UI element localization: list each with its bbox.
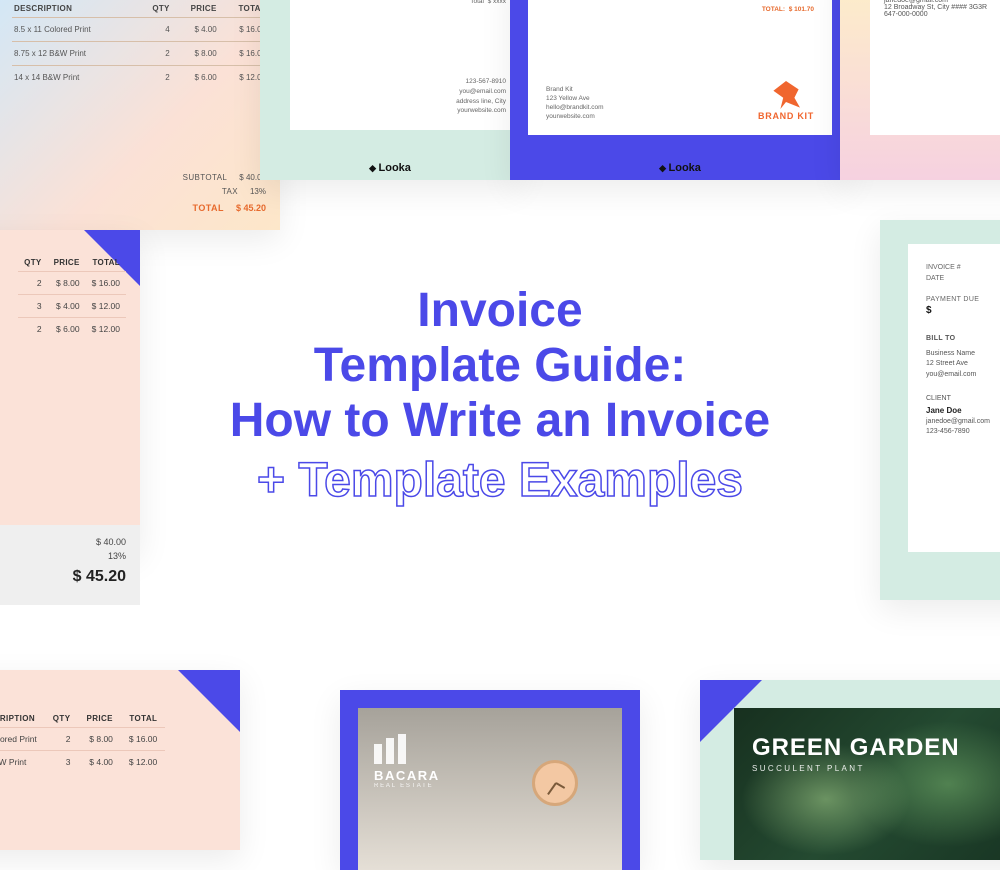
table-row: 2 $ 8.00 $ 16.00	[18, 272, 126, 295]
brandkit-logo: BRAND KIT	[758, 81, 814, 121]
client-block: CLIENT Jane Doe janedoe@gmail.com 123-45…	[926, 394, 1000, 438]
table-row: 11 B&W Print 3 $ 4.00 $ 12.00	[0, 751, 165, 774]
line-items-table: QTY PRICE TOTAL 2 $ 8.00 $ 16.00 3 $ 4.0…	[18, 254, 126, 340]
contact-block: 123-567-8910 you@email.com address line,…	[456, 77, 506, 116]
headline-line-3: How to Write an Invoice	[140, 394, 860, 449]
table-row: 2 $ 6.00 $ 12.00	[18, 318, 126, 341]
table-row: 8.75 x 12 B&W Print 2 $ 8.00 $ 16.00	[12, 42, 268, 66]
payment-amount: $	[926, 305, 1000, 316]
brand-tagline: SUCCULENT PLANT	[752, 764, 1000, 773]
summary-block: Subtotal $ xxxx Tax 13 % Total $ xxxx	[460, 0, 506, 7]
invoice-totals: SUBTOTAL$ 40.00 TAX13% TOTAL$ 45.20	[164, 171, 266, 216]
totals-stack: $ 40.00 13% $ 45.20	[73, 535, 126, 589]
clock-icon	[532, 760, 578, 806]
hero-photo	[358, 708, 622, 870]
table-row: 3 $ 4.00 $ 12.00	[18, 295, 126, 318]
fern-hero: GREEN GARDEN SUCCULENT PLANT	[734, 708, 1000, 860]
headline-line-2: Template Guide:	[140, 338, 860, 393]
invoice-tile-right-paper: INVOICE # DATE PAYMENT DUE $ BILL TO Bus…	[880, 220, 1000, 600]
date-issued: DATE ISSUED January 1, 2020	[546, 0, 593, 2]
invoice-line-items-table: DESCRIPTION QTY PRICE TOTAL 8.5 x 11 Col…	[12, 0, 268, 89]
col-price: PRICE	[172, 0, 219, 18]
customer-details: CUSTOMER DETAILS Jane Doe janedoe@gmail.…	[884, 0, 1000, 18]
triangle-accent-icon	[178, 670, 240, 732]
invoice-tile-green-garden: GREEN GARDEN SUCCULENT PLANT	[700, 680, 1000, 860]
invoice-tile-pink-table: QTY PRICE TOTAL 2 $ 8.00 $ 16.00 3 $ 4.0…	[0, 230, 140, 550]
headline-line-4: + Template Examples	[140, 453, 860, 508]
paper-sheet: Subtotal $ xxxx Tax 13 % Total $ xxxx 12…	[290, 0, 520, 130]
line-items-table: DESCRIPTION QTY PRICE TOTAL 11 Colored P…	[0, 710, 165, 773]
headline-line-1: Invoice	[140, 283, 860, 338]
invoice-tile-totals-strip: $ 40.00 13% $ 45.20	[0, 525, 140, 605]
paper-sheet: DATE ISSUED January 1, 2020 SUBTOTAL: $ …	[528, 0, 832, 135]
payment-due-label: PAYMENT DUE	[926, 296, 1000, 303]
table-row: 8.5 x 11 Colored Print 4 $ 4.00 $ 16.00	[12, 18, 268, 42]
invoice-totals: SUBTOTAL: $ 90.00 TAX: 13% TOTAL: $ 101.…	[753, 0, 814, 15]
brand-title: GREEN GARDEN	[752, 734, 1000, 762]
invoice-tile-customer-details: CUSTOMER DETAILS Jane Doe janedoe@gmail.…	[840, 0, 1000, 180]
invoice-tile-bacara: BACARA REAL ESTATE	[340, 690, 640, 870]
invoice-meta: INVOICE # DATE	[926, 262, 1000, 284]
looka-logo: Looka	[659, 162, 701, 174]
hero-headline: Invoice Template Guide: How to Write an …	[140, 283, 860, 508]
invoice-tile-brandkit: DATE ISSUED January 1, 2020 SUBTOTAL: $ …	[510, 0, 850, 180]
table-row: 11 Colored Print 2 $ 8.00 $ 16.00	[0, 728, 165, 751]
col-qty: QTY	[138, 0, 171, 18]
bill-to-block: BILL TO Business Name 12 Street Ave you@…	[926, 334, 1000, 380]
paper-sheet: CUSTOMER DETAILS Jane Doe janedoe@gmail.…	[870, 0, 1000, 135]
invoice-tile-pink-table-bottom: DESCRIPTION QTY PRICE TOTAL 11 Colored P…	[0, 670, 240, 850]
invoice-tile-mint-summary: Subtotal $ xxxx Tax 13 % Total $ xxxx 12…	[260, 0, 520, 180]
buildings-icon	[374, 734, 408, 764]
hummingbird-icon	[772, 81, 800, 109]
paper-sheet: INVOICE # DATE PAYMENT DUE $ BILL TO Bus…	[908, 244, 1000, 552]
invoice-tile-gradient: DESCRIPTION QTY PRICE TOTAL 8.5 x 11 Col…	[0, 0, 280, 230]
table-row: 14 x 14 B&W Print 2 $ 6.00 $ 12.00	[12, 66, 268, 90]
sender-block: Brand Kit 123 Yellow Ave hello@brandkit.…	[546, 85, 604, 121]
looka-logo: Looka	[369, 162, 411, 174]
bacara-logo: BACARA REAL ESTATE	[374, 734, 440, 789]
col-description: DESCRIPTION	[12, 0, 138, 18]
